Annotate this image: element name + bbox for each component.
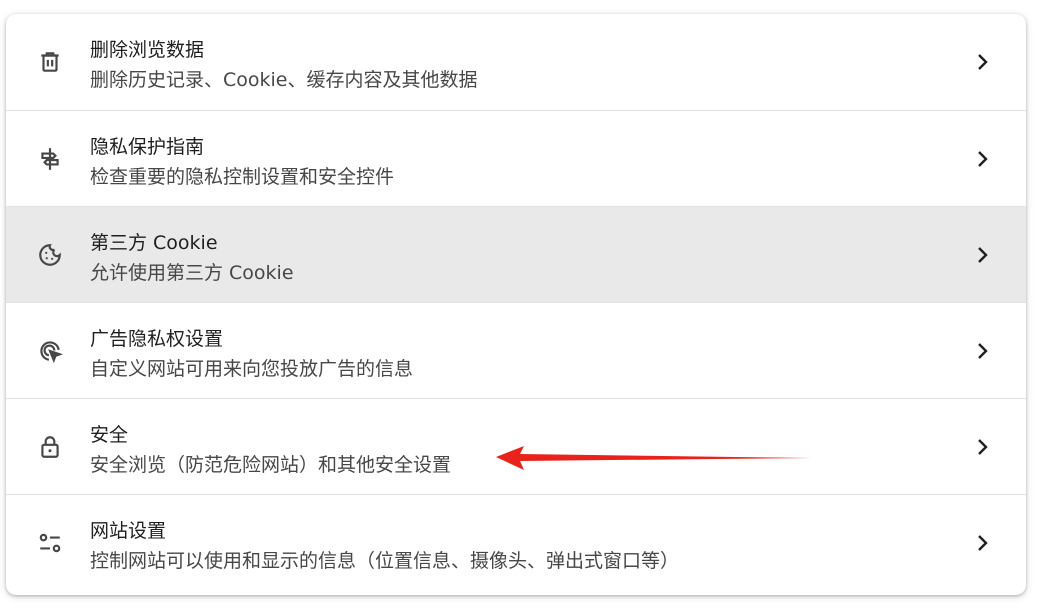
row-subtitle: 安全浏览（防范危险网站）和其他安全设置 (90, 454, 452, 476)
site-settings-icon (36, 529, 64, 557)
lock-icon (36, 433, 64, 461)
chevron-right-icon (972, 148, 992, 170)
row-title: 广告隐私权设置 (90, 328, 224, 350)
privacy-security-card: 删除浏览数据 删除历史记录、Cookie、缓存内容及其他数据 隐私保护指南 检查… (6, 14, 1026, 595)
row-security[interactable]: 安全 安全浏览（防范危险网站）和其他安全设置 (6, 398, 1026, 494)
cookie-icon (36, 241, 64, 269)
row-subtitle: 自定义网站可用来向您投放广告的信息 (90, 358, 414, 380)
chevron-right-icon (972, 244, 992, 266)
row-title: 网站设置 (90, 520, 167, 542)
row-subtitle: 允许使用第三方 Cookie (90, 262, 294, 284)
trash-icon (36, 48, 64, 76)
row-third-party-cookies[interactable]: 第三方 Cookie 允许使用第三方 Cookie (6, 206, 1026, 302)
chevron-right-icon (972, 51, 992, 73)
row-title: 安全 (90, 424, 129, 446)
chevron-right-icon (972, 436, 992, 458)
ad-privacy-icon (36, 337, 64, 365)
row-privacy-guide[interactable]: 隐私保护指南 检查重要的隐私控制设置和安全控件 (6, 110, 1026, 206)
row-ad-privacy[interactable]: 广告隐私权设置 自定义网站可用来向您投放广告的信息 (6, 302, 1026, 398)
chevron-right-icon (972, 340, 992, 362)
row-title: 隐私保护指南 (90, 136, 205, 158)
row-title: 删除浏览数据 (90, 39, 205, 61)
privacy-guide-icon (36, 145, 64, 173)
row-subtitle: 删除历史记录、Cookie、缓存内容及其他数据 (90, 69, 478, 91)
row-subtitle: 控制网站可以使用和显示的信息（位置信息、摄像头、弹出式窗口等） (90, 550, 680, 572)
row-site-settings[interactable]: 网站设置 控制网站可以使用和显示的信息（位置信息、摄像头、弹出式窗口等） (6, 494, 1026, 590)
chevron-right-icon (972, 532, 992, 554)
row-clear-browsing-data[interactable]: 删除浏览数据 删除历史记录、Cookie、缓存内容及其他数据 (6, 14, 1026, 110)
row-subtitle: 检查重要的隐私控制设置和安全控件 (90, 166, 395, 188)
row-title: 第三方 Cookie (90, 232, 218, 254)
